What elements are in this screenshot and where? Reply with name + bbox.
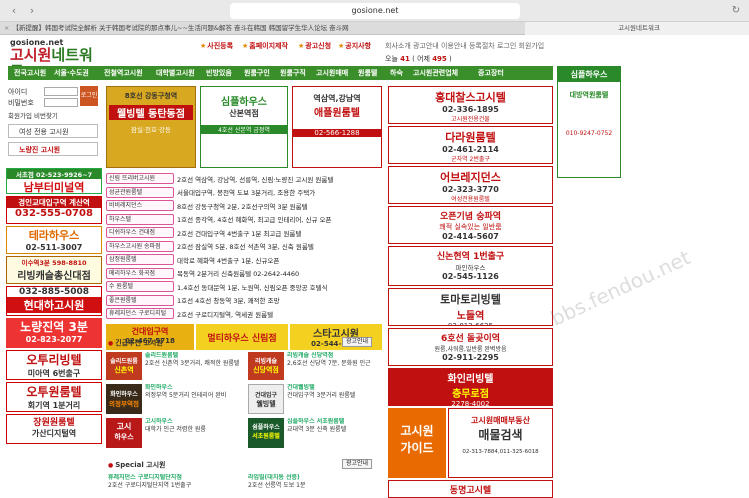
list-item[interactable]: 삼정원룸텔 대학로 혜화역 4번출구 1분, 신규오픈	[106, 253, 386, 267]
ad-nambu[interactable]: 서초점 02-523-9926~7 남부터미널역	[6, 168, 102, 194]
homepage-button[interactable]: 홈페이지제작	[242, 40, 288, 52]
list-item[interactable]: 비비레지던스 8호선 강동구청역 2분, 2호선구의역 3분 원룸텔	[106, 199, 386, 213]
close-icon[interactable]: ×	[4, 24, 9, 32]
special-item[interactable]: 휴레지던스 구로디지털단지점 2호선 구로디지털단지역 1번출구	[108, 474, 243, 494]
nav-item[interactable]: 전철역고시원	[104, 66, 143, 80]
special-title: Special 고시원	[108, 460, 165, 470]
nav-item[interactable]: 원룸텔	[358, 66, 377, 80]
women-only-tab[interactable]: 여성 전용 고시원	[8, 124, 98, 138]
list-item[interactable]: 메리하우스 화곡점 목동역 2분거리 신축원룸텔 02-2642-4460	[106, 267, 386, 281]
special-item[interactable]: 라임빌(대치동 선릉) 2호선 선릉역 도보 1분	[248, 474, 383, 494]
ad-sinnonhyeon[interactable]: 신논현역 1번출구 파인하우스 02-545-1126	[388, 246, 553, 286]
list-item[interactable]: 하우스텔 1호선 종각역, 4호선 혜화역, 최고급 인테리어, 신규 오픈	[106, 213, 386, 227]
thumb-kondae-wellbeing[interactable]: 건대입구 웰빙텔	[248, 384, 284, 414]
list-item[interactable]: 성균관원룸텔 서울대입구역, 봉천역 도보 3분거리, 조용한 주택가	[106, 186, 386, 200]
ad-o2-hoegi[interactable]: 오투원룸텔 회기역 1분거리	[6, 382, 102, 412]
nav-item[interactable]: 전국고시원	[14, 66, 46, 80]
ad-request-button[interactable]: 광고신청	[298, 40, 331, 52]
ad-living-castle[interactable]: 이수역3분 598-8810 리빙캐슬총신대점	[6, 256, 102, 284]
tab-label: 【新提醒】韩国考试院全解析 关于韩国考试院的那点事儿~~生活问题&解答 奋斗在韩…	[12, 24, 349, 32]
ad-apple[interactable]: 역삼역,강남역 애플원룸텔 02-566-1288	[292, 86, 382, 168]
ad-realestate[interactable]: 고시원매매부동산 매물검색 02-313-7884,011-325-6018	[448, 408, 553, 478]
id-input[interactable]	[44, 87, 78, 96]
thumb-seocho[interactable]: 쉼플하우스 서초원룸텔	[248, 418, 284, 448]
forward-icon[interactable]: ›	[24, 4, 40, 18]
rec-text[interactable]: 화인하우스 의정부역 5분거리 인테리어 완비	[145, 384, 245, 414]
ad-simple-sanbon[interactable]: 심플하우스 산본역점 4호선 산본역 금정역	[200, 86, 288, 168]
rec-text[interactable]: 건대웰빙텔 건대입구역 3분거리 원룸텔	[287, 384, 383, 414]
id-label: 아이디	[8, 87, 28, 96]
user-menu[interactable]: 회사소개 광고안내 이용안내 등록절차 로그인 회원가입	[385, 41, 544, 51]
ad-jangwon[interactable]: 장원원룸텔 가산디지털역	[6, 414, 102, 444]
address-bar[interactable]: gosione.net	[230, 3, 520, 19]
tab-bar: × 【新提醒】韩国考试院全解析 关于韩国考试院的那点事儿~~生活问题&解答 奋斗在…	[0, 22, 749, 35]
recommend-title: 긴급추천 고시원	[108, 338, 163, 348]
gosiwon-list: 신림 뜨리버고시원 2호선 역삼역, 강남역, 선릉역, 신림·노량진 고시원 원…	[106, 172, 386, 321]
nav-item[interactable]: 고시원관련업체	[413, 66, 458, 80]
browser-toolbar: ‹ › gosione.net ↻	[0, 0, 749, 22]
password-input[interactable]	[44, 98, 78, 107]
photo-register-button[interactable]: 사진등록	[200, 40, 233, 52]
nav-item[interactable]: 중고장터	[478, 66, 504, 80]
thumb-living[interactable]: 리빙캐슬 신당역점	[248, 352, 284, 380]
nav-item[interactable]: 대학별고시원	[156, 66, 195, 80]
login-box: 아이디 비밀번호 로그인 회원가입 비번찾기 여성 전용 고시원 노량진 고시원	[8, 86, 98, 156]
watermark: bbs.fendou.net	[547, 245, 694, 331]
ad-gosiwon-guide[interactable]: 고시원 가이드	[388, 408, 446, 478]
ad-songpa[interactable]: 오픈기념 숭파역 쾌적 실속있는 일반룸 02-414-5607	[388, 206, 553, 244]
list-item[interactable]: 신림 뜨리버고시원 2호선 역삼역, 강남역, 선릉역, 신림·노량진 고시원 원…	[106, 172, 386, 186]
ad-simple-daebang[interactable]: 심플하우스 대방역원룸텔 010-9247-0752	[557, 66, 621, 178]
thumb-fine[interactable]: 화인하우스 의정부역점	[106, 384, 142, 414]
tab-bbs[interactable]: × 【新提醒】韩国考试院全解析 关于韩国考试院的那点事儿~~生活问题&解答 奋斗在…	[0, 22, 525, 35]
list-item[interactable]: 수 원룸텔 1,4호선 동대문역 1분, 노원역, 신림오픈 중앙공 호텔식	[106, 280, 386, 294]
nav-item[interactable]: 원룸구직	[280, 66, 306, 80]
list-item[interactable]: 휴레지던스 구로디지털 2호선 구로디지털역, 역세권 원룸텔	[106, 307, 386, 321]
main-nav: 전국고시원 서울·수도권 전철역고시원 대학별고시원 빈방있음 원룸구인 원룸구…	[8, 66, 553, 80]
ad-hyundai[interactable]: 032-885-5008 현대하고시원	[6, 286, 102, 316]
list-item[interactable]: 좋은원룸텔 1호선 4호선 창동역 3분, 쾌적한 조망	[106, 294, 386, 308]
thumb-gosi[interactable]: 고시 하우스	[106, 418, 142, 448]
ad-dolgoji[interactable]: 6호선 돌곶이역 원룸,샤워룸,일반룸 완벽방음 02-911-2295	[388, 328, 553, 366]
visit-counter: 오늘 41 ( 어제 495 )	[385, 55, 452, 63]
nav-item[interactable]: 빈방있음	[206, 66, 232, 80]
ad-dara[interactable]: 다라원룸텔 02-461-2114 군자역 2번출구	[388, 126, 553, 164]
ad-tomato[interactable]: 토마토리빙텔 노들역 02-812-6625	[388, 288, 553, 326]
rec-text[interactable]: 심플하우스 서초원룸텔 교대역 3분 신축 원룸텔	[287, 418, 383, 448]
ad-terra[interactable]: 테라하우스 02-511-3007	[6, 226, 102, 254]
nav-item[interactable]: 고시원매매	[316, 66, 348, 80]
ad-wellbeing[interactable]: 8호선 강동구청역 웰빙텔 동탄동점 잠실·천호·강동	[106, 86, 196, 168]
nav-item[interactable]: 원룸구인	[244, 66, 270, 80]
ad-urb-residence[interactable]: 어브레지던스 02-323-3770 여성전용원룸텔	[388, 166, 553, 204]
thumb-solid[interactable]: 솔리드원룸 신촌역	[106, 352, 142, 380]
noryangjin-tab[interactable]: 노량진 고시원	[8, 142, 98, 156]
ad-dongmyeong[interactable]: 동명고시텔	[388, 480, 553, 498]
account-links[interactable]: 회원가입 비번찾기	[8, 110, 98, 120]
nav-item[interactable]: 서울·수도권	[54, 66, 89, 80]
recommend-ad-button[interactable]: 광고안내	[342, 337, 373, 347]
ad-o2-mia[interactable]: 오투리빙텔 미아역 6번출구	[6, 350, 102, 380]
rec-text[interactable]: 리빙캐슬 신당역점 2,6호선 신당역 7분, 문화원 인근	[287, 352, 383, 380]
ad-multi-sillim[interactable]: 멀티하우스 신림점	[196, 324, 288, 350]
reload-icon[interactable]: ↻	[729, 4, 743, 18]
rec-text[interactable]: 솔리드원룸텔 2호선 신촌역 3분거리, 쾌적한 원룸텔	[145, 352, 245, 380]
tab-gosione[interactable]: 고시원네트워크	[525, 22, 749, 35]
pw-label: 비밀번호	[8, 98, 34, 107]
tab-label: 고시원네트워크	[618, 24, 660, 32]
web-page: gosione.net 고시원네트워크 사진등록 홈페이지제작 광고신청 공지사…	[0, 36, 749, 498]
ad-fine-chungmuro[interactable]: 화인리빙텔 충무로점 2278-4002	[388, 368, 553, 406]
list-item[interactable]: 디쉬하우스 건대점 2호선 건대입구역 4번출구 1분 최고급 원룸텔	[106, 226, 386, 240]
nav-item[interactable]: 하숙	[390, 66, 403, 80]
rec-text[interactable]: 고시하우스 대학가 인근 저렴한 원룸	[145, 418, 245, 448]
list-item[interactable]: 하우스고시원 송파점 2호선 잠실역 5분, 8호선 석촌역 3분, 신축 원룸텔	[106, 240, 386, 254]
back-icon[interactable]: ‹	[6, 4, 22, 18]
ad-hongdae-charles[interactable]: 홍대찰스고시텔 02-336-1895 고시원전용건물	[388, 86, 553, 124]
login-button[interactable]: 로그인	[80, 86, 98, 106]
ad-noryangjin[interactable]: 노량진역 3분 02-823-2077	[6, 318, 102, 348]
ad-gyeongin[interactable]: 경인교대입구역 계산역 032-555-0708	[6, 196, 102, 224]
notice-button[interactable]: 공지사항	[338, 40, 371, 52]
special-ad-button[interactable]: 광고안내	[342, 459, 373, 469]
